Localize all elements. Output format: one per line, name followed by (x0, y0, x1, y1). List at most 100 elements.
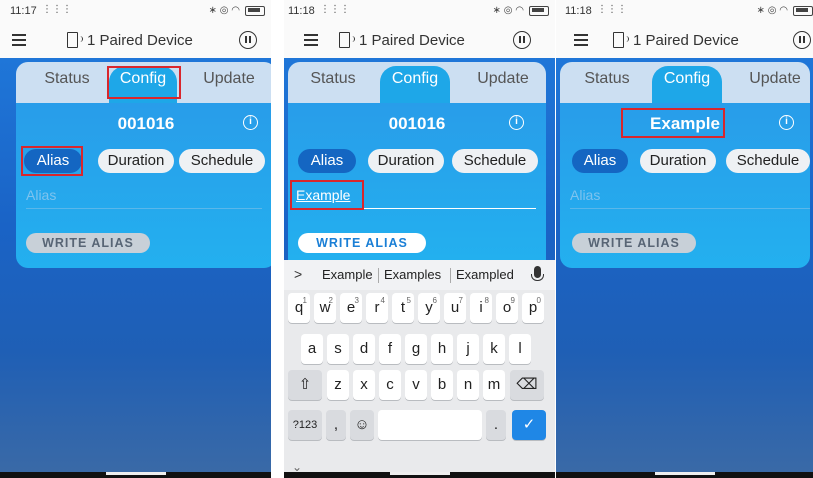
pause-icon[interactable] (513, 31, 531, 49)
screen-3: 11:18 ⋮⋮⋮ ∗ ◎ ◠ 1 Paired Device Status C… (556, 0, 813, 478)
info-icon[interactable]: i (243, 115, 258, 130)
key-n[interactable]: n (457, 370, 479, 400)
tab-update[interactable]: Update (194, 70, 264, 88)
app-bar: 1 Paired Device (284, 24, 555, 58)
key-f[interactable]: f (379, 334, 401, 364)
paired-device-title[interactable]: 1 Paired Device (359, 32, 465, 49)
tab-config[interactable]: Config (380, 66, 450, 103)
key-d[interactable]: d (353, 334, 375, 364)
microphone-icon[interactable] (531, 266, 544, 281)
key-q[interactable]: q1 (288, 293, 310, 323)
suggestion-divider (378, 268, 379, 283)
alias-placeholder: Alias (26, 187, 57, 203)
backspace-key[interactable]: ⌫ (510, 370, 544, 400)
chip-schedule[interactable]: Schedule (179, 149, 265, 173)
suggestion-1[interactable]: Example (322, 267, 373, 282)
key-j[interactable]: j (457, 334, 479, 364)
chip-schedule[interactable]: Schedule (452, 149, 538, 173)
chip-alias[interactable]: Alias (572, 149, 628, 173)
key-k[interactable]: k (483, 334, 505, 364)
key-m[interactable]: m (483, 370, 505, 400)
device-icon (613, 32, 629, 48)
tab-config[interactable]: Config (652, 66, 722, 103)
key-c[interactable]: c (379, 370, 401, 400)
system-icons: ∗ ◎ ◠ (493, 5, 549, 16)
menu-icon[interactable] (304, 34, 318, 46)
bluetooth-vibrate-wifi-icons: ∗ ◎ ◠ (208, 5, 240, 16)
suggestion-2[interactable]: Examples (384, 267, 441, 282)
pause-icon[interactable] (239, 31, 257, 49)
key-b[interactable]: b (431, 370, 453, 400)
device-id: 001016 (388, 114, 446, 133)
write-alias-button[interactable]: WRITE ALIAS (26, 233, 150, 253)
shift-key[interactable]: ⇧ (288, 370, 322, 400)
home-pill[interactable] (105, 472, 166, 475)
battery-icon (793, 5, 813, 16)
menu-icon[interactable] (12, 34, 26, 46)
home-pill[interactable] (654, 472, 715, 475)
write-alias-button[interactable]: WRITE ALIAS (298, 233, 426, 253)
key-a[interactable]: a (301, 334, 323, 364)
suggestion-divider (450, 268, 451, 283)
key-h[interactable]: h (431, 334, 453, 364)
key-o[interactable]: o9 (496, 293, 518, 323)
key-i[interactable]: i8 (470, 293, 492, 323)
chip-schedule[interactable]: Schedule (726, 149, 810, 173)
key-r[interactable]: r4 (366, 293, 388, 323)
chip-duration[interactable]: Duration (640, 149, 716, 173)
nav-strip (556, 472, 813, 478)
key-l[interactable]: l (509, 334, 531, 364)
home-pill[interactable] (389, 472, 450, 475)
highlight-device-alias (621, 108, 725, 138)
chip-alias[interactable]: Alias (298, 149, 356, 173)
key-p[interactable]: p0 (522, 293, 544, 323)
highlight-alias-chip (21, 146, 83, 176)
paired-device-title[interactable]: 1 Paired Device (633, 32, 739, 49)
tab-status[interactable]: Status (302, 70, 364, 88)
app-bar: 1 Paired Device (0, 24, 271, 58)
space-key[interactable] (378, 410, 482, 440)
symbols-key[interactable]: ?123 (288, 410, 322, 440)
key-t[interactable]: t5 (392, 293, 414, 323)
soft-keyboard: > Example Examples Exampled q1 w2 e3 r4 … (284, 260, 555, 478)
device-id: 001016 (117, 114, 175, 133)
key-x[interactable]: x (353, 370, 375, 400)
tab-update[interactable]: Update (468, 70, 538, 88)
expand-chevron-icon[interactable]: > (294, 266, 302, 282)
paired-device-title[interactable]: 1 Paired Device (87, 32, 193, 49)
key-u[interactable]: u7 (444, 293, 466, 323)
key-v[interactable]: v (405, 370, 427, 400)
screen-2: 11:18 ⋮⋮⋮ ∗ ◎ ◠ 1 Paired Device Status C… (284, 0, 555, 478)
key-g[interactable]: g (405, 334, 427, 364)
nav-strip (284, 472, 555, 478)
suggestion-3[interactable]: Exampled (456, 267, 514, 282)
notification-grid-icon: ⋮⋮⋮ (42, 4, 72, 15)
info-icon[interactable]: i (779, 115, 794, 130)
notification-grid-icon: ⋮⋮⋮ (597, 4, 627, 15)
enter-key[interactable]: ✓ (512, 410, 546, 440)
tab-update[interactable]: Update (740, 70, 810, 88)
status-bar: 11:18 ⋮⋮⋮ ∗ ◎ ◠ (556, 0, 813, 24)
key-y[interactable]: y6 (418, 293, 440, 323)
key-z[interactable]: z (327, 370, 349, 400)
info-icon[interactable]: i (509, 115, 524, 130)
pause-icon[interactable] (793, 31, 811, 49)
alias-input[interactable]: Alias (570, 187, 810, 209)
key-s[interactable]: s (327, 334, 349, 364)
comma-key[interactable]: , (326, 410, 346, 440)
alias-input[interactable]: Alias (26, 187, 262, 209)
key-e[interactable]: e3 (340, 293, 362, 323)
tab-status[interactable]: Status (576, 70, 638, 88)
write-alias-button[interactable]: WRITE ALIAS (572, 233, 696, 253)
key-w[interactable]: w2 (314, 293, 336, 323)
tab-status[interactable]: Status (36, 70, 98, 88)
chip-duration[interactable]: Duration (368, 149, 444, 173)
emoji-key[interactable]: ☺ (350, 410, 374, 440)
period-key[interactable]: . (486, 410, 506, 440)
menu-icon[interactable] (574, 34, 588, 46)
tab-bar: Status Config Update (288, 62, 546, 103)
system-icons: ∗ ◎ ◠ (757, 5, 813, 16)
alias-underline (570, 208, 810, 209)
bluetooth-vibrate-wifi-icons: ∗ ◎ ◠ (756, 5, 788, 16)
chip-duration[interactable]: Duration (98, 149, 174, 173)
